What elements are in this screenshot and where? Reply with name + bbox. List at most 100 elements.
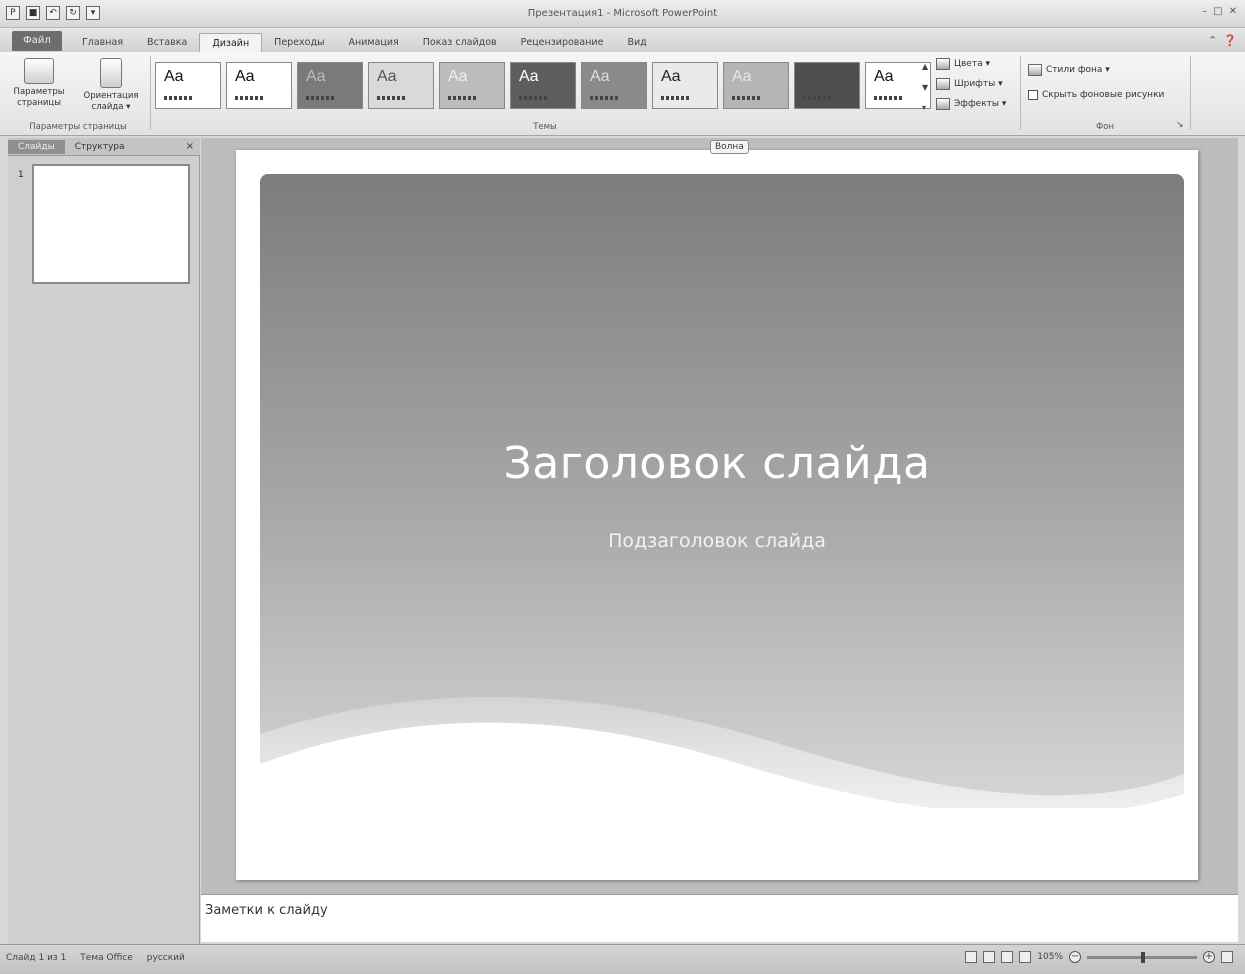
reading-view-button[interactable]	[1001, 951, 1014, 963]
tab-view[interactable]: Вид	[615, 33, 658, 52]
slide-show-view-button[interactable]	[1019, 951, 1032, 963]
theme-color-swatches	[448, 96, 476, 100]
checkbox-icon[interactable]	[1028, 90, 1038, 100]
scroll-up-icon[interactable]: ▲	[922, 62, 934, 71]
zoom-slider-thumb[interactable]	[1141, 951, 1145, 963]
close-panel-icon[interactable]: ×	[186, 141, 194, 152]
slide-subtitle[interactable]: Подзаголовок слайда	[236, 530, 1198, 552]
zoom-slider[interactable]	[1087, 951, 1197, 963]
slide-orientation-icon	[100, 58, 122, 88]
theme-status: Тема Office	[80, 953, 133, 963]
themes-gallery: Aa Aa Aa Aa Aa Aa Aa Aa Aa Aa	[155, 62, 931, 109]
slides-panel-tabs: Слайды Структура ×	[8, 138, 200, 156]
hide-background-graphics-label: Скрыть фоновые рисунки	[1042, 90, 1165, 100]
tab-slide-show[interactable]: Показ слайдов	[411, 33, 509, 52]
effects-icon	[936, 98, 950, 110]
tab-outline[interactable]: Структура	[65, 140, 135, 154]
tab-insert[interactable]: Вставка	[135, 33, 199, 52]
theme-sample-text: Aa	[519, 68, 539, 85]
theme-sample-text: Aa	[590, 68, 610, 85]
theme-effects-button[interactable]: Эффекты ▾	[936, 98, 1006, 110]
slide-title[interactable]: Заголовок слайда	[236, 438, 1198, 489]
fonts-icon	[936, 78, 950, 90]
scroll-down-icon[interactable]: ▼	[922, 83, 934, 92]
theme-colors-button[interactable]: Цвета ▾	[936, 58, 990, 70]
theme-color-swatches	[519, 96, 547, 100]
page-setup-label: Параметры страницы	[13, 87, 65, 108]
dialog-launcher-icon[interactable]: ↘	[1176, 120, 1184, 130]
ribbon: Параметры страницы Ориентация слайда ▾ П…	[0, 52, 1245, 136]
minimize-ribbon-icon[interactable]: ⌃	[1208, 34, 1217, 47]
ribbon-tabs: Файл Главная Вставка Дизайн Переходы Ани…	[0, 28, 1245, 52]
theme-thumbnail[interactable]: Aa	[723, 62, 789, 109]
theme-thumbnail[interactable]: Aa	[226, 62, 292, 109]
window-controls: – □ ✕	[1202, 6, 1237, 17]
themes-group-label: Темы	[533, 122, 557, 132]
maximize-button[interactable]: □	[1213, 6, 1222, 17]
theme-sample-text: Aa	[874, 68, 894, 85]
slide-background	[260, 174, 1184, 808]
theme-thumbnail[interactable]: Aa	[652, 62, 718, 109]
page-setup-group-label: Параметры страницы	[29, 122, 127, 132]
theme-color-swatches	[590, 96, 618, 100]
close-button[interactable]: ✕	[1229, 6, 1237, 17]
notes-pane[interactable]: Заметки к слайду	[201, 894, 1238, 942]
theme-sample-text: Aa	[235, 68, 255, 85]
theme-thumbnail[interactable]	[794, 62, 860, 109]
fit-slide-button[interactable]	[1221, 951, 1233, 963]
theme-color-swatches	[306, 96, 334, 100]
slide-canvas[interactable]: Заголовок слайда Подзаголовок слайда	[236, 150, 1198, 880]
colors-icon	[936, 58, 950, 70]
theme-fonts-label: Шрифты ▾	[954, 79, 1003, 89]
theme-thumbnail[interactable]: Aa	[439, 62, 505, 109]
gallery-more-icon[interactable]: ▾	[922, 103, 934, 112]
zoom-out-button[interactable]: −	[1069, 951, 1081, 963]
slide-sorter-view-button[interactable]	[983, 951, 996, 963]
page-setup-icon	[24, 58, 54, 84]
tab-animations[interactable]: Анимация	[337, 33, 411, 52]
status-bar: Слайд 1 из 1 Тема Office русский 105% − …	[0, 944, 1245, 974]
minimize-button[interactable]: –	[1202, 6, 1207, 17]
theme-tooltip: Волна	[710, 140, 749, 154]
zoom-level[interactable]: 105%	[1037, 952, 1063, 962]
theme-fonts-button[interactable]: Шрифты ▾	[936, 78, 1003, 90]
normal-view-button[interactable]	[965, 951, 978, 963]
tab-design[interactable]: Дизайн	[199, 33, 263, 52]
theme-thumbnail[interactable]: Aa	[510, 62, 576, 109]
themes-gallery-scroll[interactable]: ▲ ▼ ▾	[922, 62, 934, 112]
theme-color-swatches	[661, 96, 689, 100]
theme-sample-text: Aa	[661, 68, 681, 85]
slide-count-status: Слайд 1 из 1	[6, 953, 67, 963]
theme-thumbnail[interactable]: Aa	[155, 62, 221, 109]
tab-home[interactable]: Главная	[70, 33, 135, 52]
tab-transitions[interactable]: Переходы	[262, 33, 336, 52]
group-separator	[1190, 56, 1191, 130]
background-styles-icon	[1028, 64, 1042, 76]
page-setup-button[interactable]: Параметры страницы	[8, 56, 70, 116]
hide-background-graphics-checkbox[interactable]: Скрыть фоновые рисунки	[1028, 90, 1164, 100]
zoom-in-button[interactable]: +	[1203, 951, 1215, 963]
theme-thumbnail[interactable]: Aa	[581, 62, 647, 109]
group-separator	[150, 56, 151, 130]
help-icon[interactable]: ❓	[1223, 34, 1237, 47]
theme-color-swatches	[732, 96, 760, 100]
theme-color-swatches	[235, 96, 263, 100]
background-styles-label: Стили фона ▾	[1046, 65, 1110, 75]
slide-number: 1	[18, 170, 24, 180]
background-styles-button[interactable]: Стили фона ▾	[1028, 64, 1110, 76]
theme-colors-label: Цвета ▾	[954, 59, 990, 69]
tab-review[interactable]: Рецензирование	[509, 33, 616, 52]
tab-slides[interactable]: Слайды	[8, 139, 65, 154]
slide-thumbnail[interactable]	[32, 164, 190, 284]
theme-sample-text: Aa	[164, 68, 184, 85]
theme-thumbnail[interactable]: Aa	[297, 62, 363, 109]
theme-sample-text: Aa	[306, 68, 326, 85]
theme-sample-text: Aa	[448, 68, 468, 85]
tab-file[interactable]: Файл	[12, 31, 62, 51]
language-status[interactable]: русский	[147, 953, 185, 963]
slide-orientation-label: Ориентация слайда ▾	[83, 91, 139, 112]
notes-placeholder: Заметки к слайду	[205, 903, 328, 918]
theme-thumbnail[interactable]: Aa	[368, 62, 434, 109]
slides-panel: Слайды Структура × 1	[8, 138, 200, 944]
slide-orientation-button[interactable]: Ориентация слайда ▾	[80, 56, 142, 116]
